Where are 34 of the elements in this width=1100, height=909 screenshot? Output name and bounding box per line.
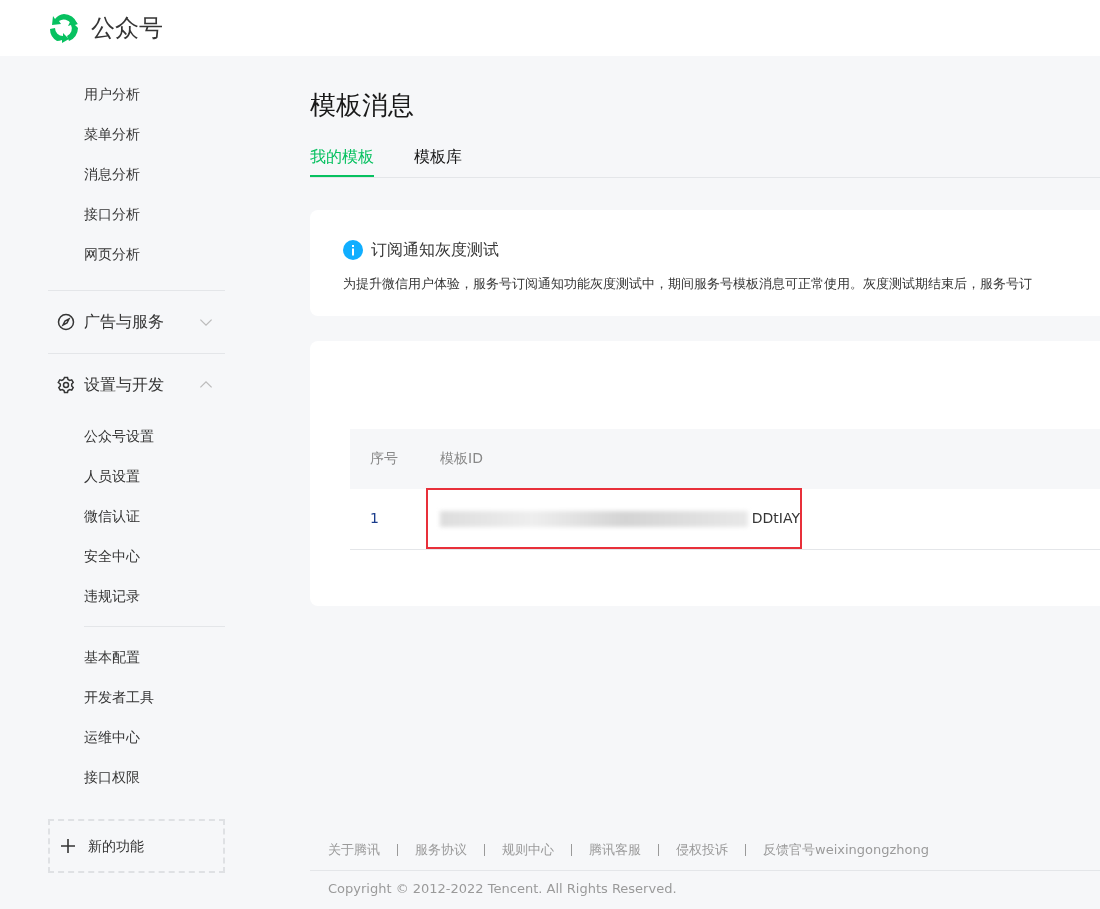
notice-title: 订阅通知灰度测试: [371, 239, 499, 262]
sidebar-item[interactable]: 公众号设置: [48, 416, 250, 456]
sidebar-item[interactable]: 基本配置: [48, 637, 250, 677]
page-title: 模板消息: [310, 90, 415, 122]
copyright-text: Copyright © 2012-2022 Tencent. All Rights Reserved.: [327, 880, 678, 898]
sidebar-item[interactable]: 开发者工具: [48, 677, 250, 717]
new-feature-button[interactable]: 新的功能: [48, 819, 225, 873]
sidebar-item[interactable]: 接口分析: [48, 194, 250, 234]
section-label: 设置与开发: [84, 374, 165, 396]
sidebar-item[interactable]: 消息分析: [48, 154, 250, 194]
compass-icon: [57, 313, 75, 331]
plus-icon: [60, 838, 76, 854]
logo-icon: [47, 11, 81, 45]
tab[interactable]: 模板库: [414, 145, 462, 178]
sidebar-item[interactable]: 菜单分析: [48, 114, 250, 154]
template-id: DDtIAY: [751, 509, 800, 529]
sidebar-item[interactable]: 运维中心: [48, 717, 250, 757]
table-cell-text: 1: [369, 509, 380, 529]
sidebar-item[interactable]: 微信认证: [48, 496, 250, 536]
sidebar-item[interactable]: 安全中心: [48, 536, 250, 576]
sidebar-item[interactable]: 人员设置: [48, 456, 250, 496]
sidebar-item[interactable]: 用户分析: [48, 74, 250, 114]
info-icon: [343, 240, 363, 261]
column-header: 序号: [369, 449, 399, 469]
sidebar-item[interactable]: 违规记录: [48, 576, 250, 616]
column-header: 模板ID: [440, 449, 484, 469]
section-label: 广告与服务: [84, 311, 165, 333]
sidebar-item[interactable]: 网页分析: [48, 234, 250, 274]
brand-name: 公众号: [91, 13, 163, 44]
gear-icon: [57, 376, 75, 394]
sidebar-section[interactable]: 广告与服务: [48, 291, 225, 353]
sidebar-item[interactable]: 接口权限: [48, 757, 250, 797]
notice-text: 为提升微信用户体验，服务号订阅通知功能灰度测试中，期间服务号模板消息可正常使用。灰度测试期结束后，服务号订: [343, 275, 1033, 294]
sidebar-section[interactable]: 设置与开发: [48, 354, 225, 416]
